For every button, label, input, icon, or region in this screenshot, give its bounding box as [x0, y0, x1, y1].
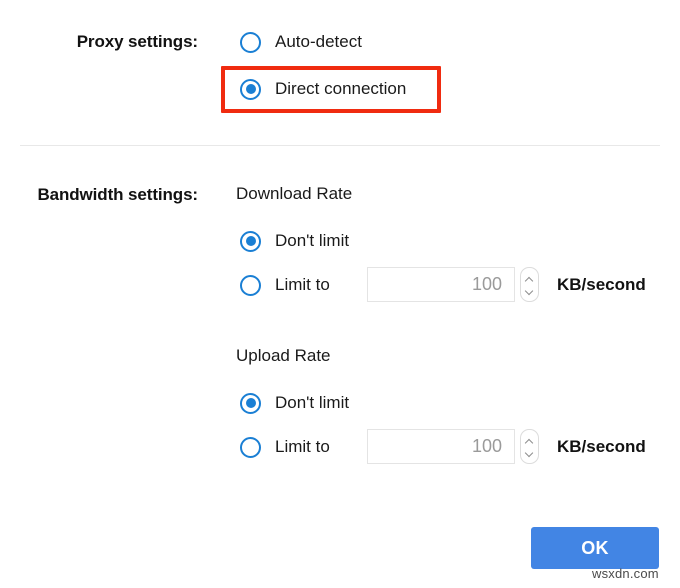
- radio-indicator-upload-limit-to[interactable]: [240, 437, 261, 458]
- chevron-down-icon[interactable]: [525, 287, 534, 293]
- radio-indicator-direct-connection[interactable]: [240, 79, 261, 100]
- radio-label-download-limit-to: Limit to: [275, 275, 330, 295]
- download-limit-input[interactable]: 100: [367, 267, 515, 302]
- radio-label-direct-connection: Direct connection: [275, 79, 406, 99]
- upload-limit-input[interactable]: 100: [367, 429, 515, 464]
- upload-limit-stepper[interactable]: [520, 429, 539, 464]
- chevron-down-icon[interactable]: [525, 449, 534, 455]
- radio-option-download-no-limit[interactable]: Don't limit: [240, 227, 349, 255]
- radio-option-upload-limit-to[interactable]: Limit to: [240, 433, 330, 461]
- radio-indicator-auto-detect[interactable]: [240, 32, 261, 53]
- radio-option-upload-no-limit[interactable]: Don't limit: [240, 389, 349, 417]
- settings-panel: Proxy settings: Auto-detect Direct conne…: [0, 0, 680, 588]
- ok-button[interactable]: OK: [531, 527, 659, 569]
- chevron-up-icon[interactable]: [525, 277, 534, 283]
- section-divider: [20, 145, 660, 146]
- radio-label-upload-limit-to: Limit to: [275, 437, 330, 457]
- radio-label-upload-no-limit: Don't limit: [275, 393, 349, 413]
- radio-label-auto-detect: Auto-detect: [275, 32, 362, 52]
- radio-option-download-limit-to[interactable]: Limit to: [240, 271, 330, 299]
- download-limit-stepper[interactable]: [520, 267, 539, 302]
- upload-rate-heading: Upload Rate: [236, 346, 331, 366]
- radio-option-direct-connection[interactable]: Direct connection: [240, 75, 406, 103]
- radio-option-auto-detect[interactable]: Auto-detect: [240, 28, 362, 56]
- radio-indicator-download-no-limit[interactable]: [240, 231, 261, 252]
- radio-indicator-download-limit-to[interactable]: [240, 275, 261, 296]
- bandwidth-settings-label: Bandwidth settings:: [18, 185, 198, 205]
- upload-unit-label: KB/second: [557, 437, 646, 457]
- radio-indicator-upload-no-limit[interactable]: [240, 393, 261, 414]
- watermark-text: wsxdn.com: [592, 566, 659, 581]
- download-unit-label: KB/second: [557, 275, 646, 295]
- download-rate-heading: Download Rate: [236, 184, 352, 204]
- chevron-up-icon[interactable]: [525, 439, 534, 445]
- radio-label-download-no-limit: Don't limit: [275, 231, 349, 251]
- proxy-settings-label: Proxy settings:: [18, 32, 198, 52]
